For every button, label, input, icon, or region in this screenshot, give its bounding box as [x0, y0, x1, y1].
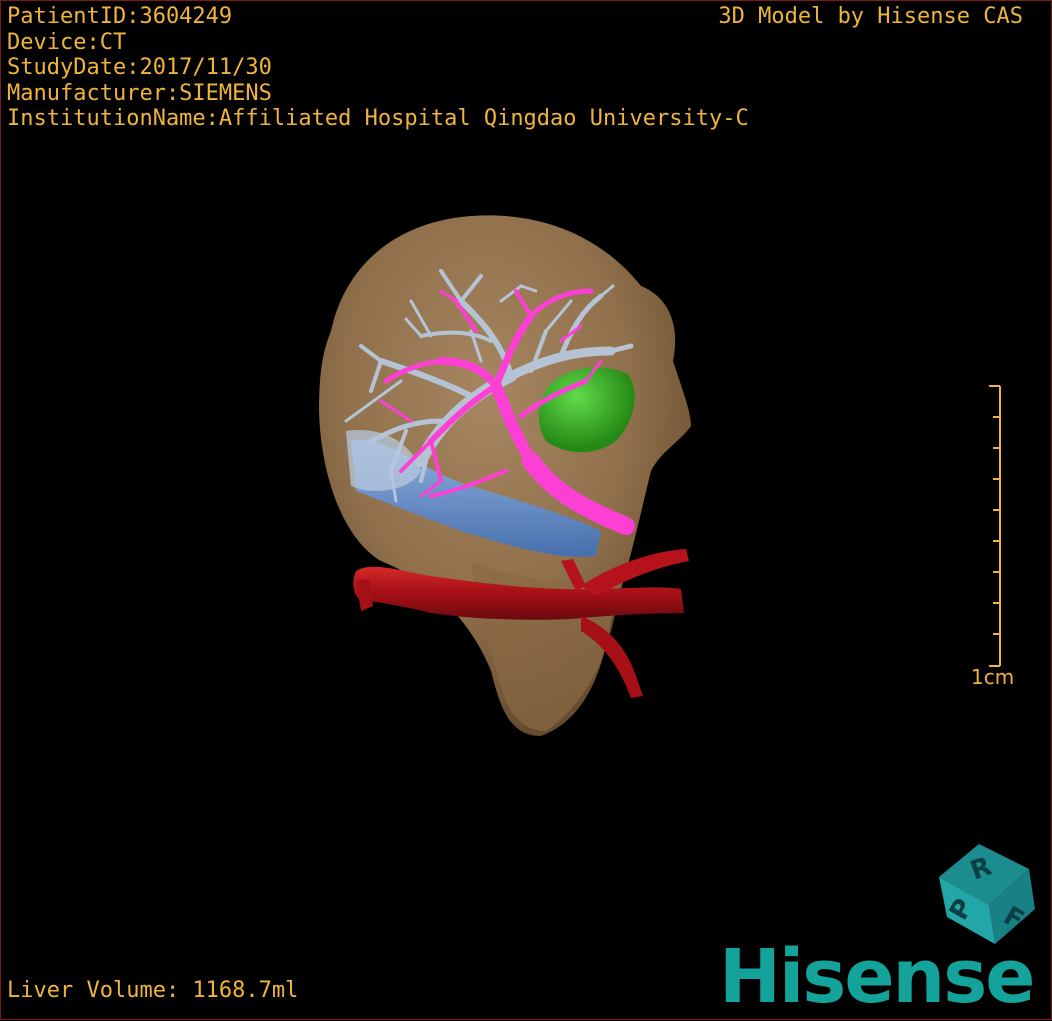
3d-viewport[interactable]: PatientID:3604249 Device:CT StudyDate:20…: [0, 0, 1052, 1020]
liver-volume: Liver Volume: 1168.7ml: [7, 978, 299, 1003]
liver-model[interactable]: [1, 1, 1052, 1021]
orientation-cube[interactable]: P R F: [933, 839, 1043, 949]
hisense-logo: Hisense: [719, 934, 1035, 1020]
scale-bar: [989, 385, 1001, 667]
scale-bar-label: 1cm: [971, 665, 1015, 689]
